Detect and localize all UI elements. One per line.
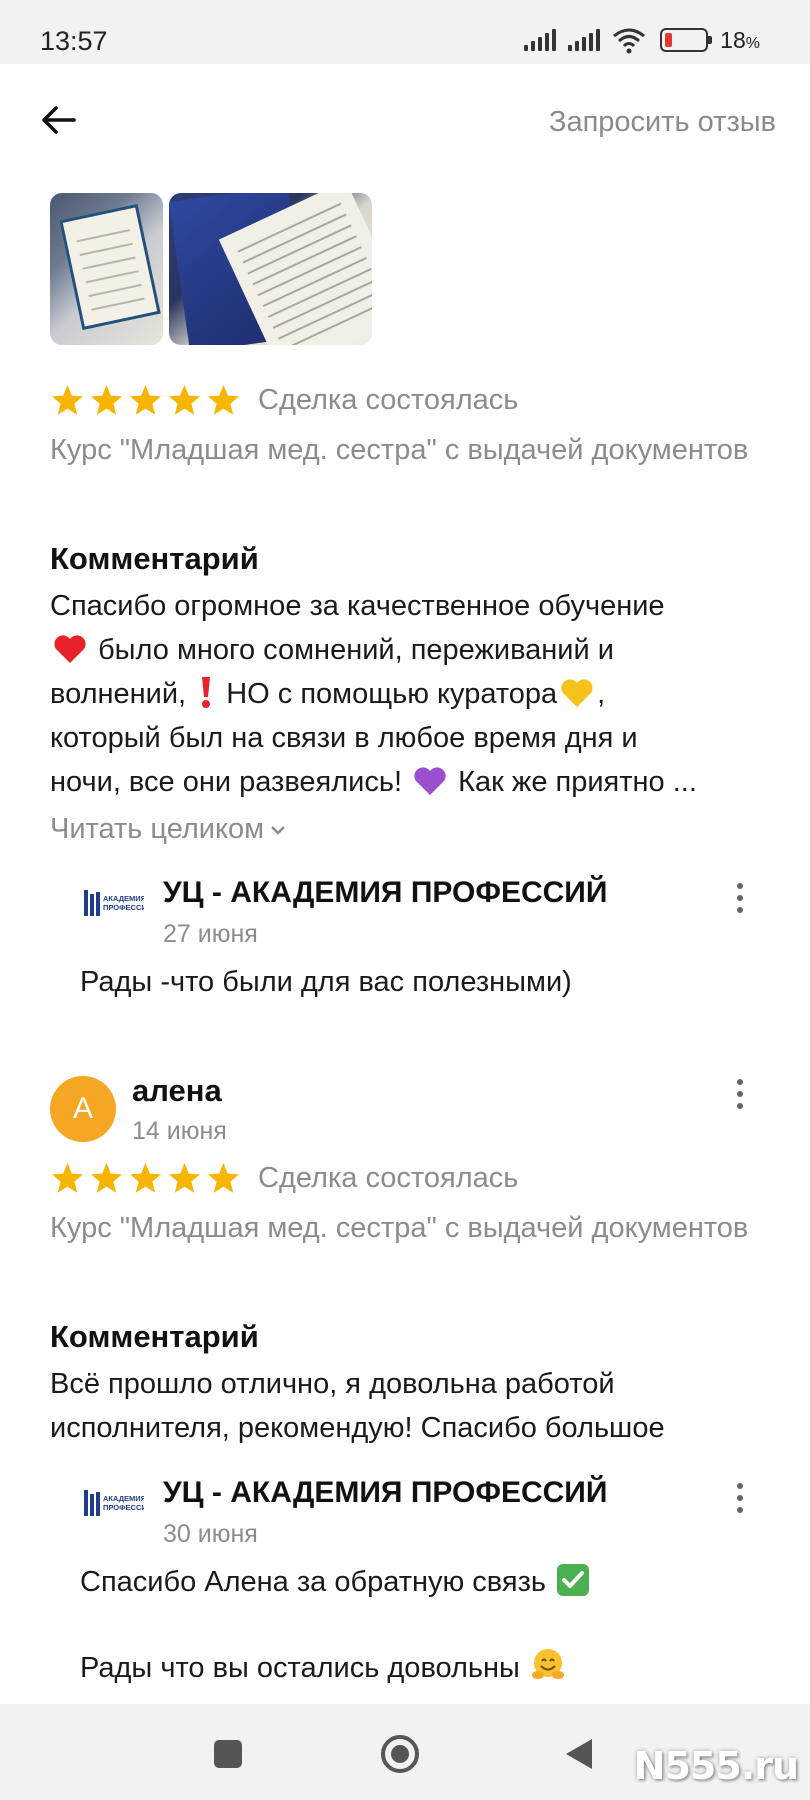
star-icon <box>130 1163 161 1193</box>
reply-text: Рады -что были для вас полезными) <box>80 966 572 998</box>
comment-text: Всё прошло отлично, я довольна работой и… <box>50 1362 760 1450</box>
star-icon <box>169 385 200 415</box>
star-icon <box>208 385 239 415</box>
review-photo-1[interactable] <box>50 193 163 345</box>
kebab-menu-icon <box>737 883 743 889</box>
star-icon <box>52 385 83 415</box>
logo-text-1: АКАДЕМИЯ <box>103 1494 144 1503</box>
logo-text-1: АКАДЕМИЯ <box>103 894 144 903</box>
back-arrow-icon <box>42 106 76 134</box>
back-nav-button[interactable] <box>558 1734 598 1774</box>
read-more-link[interactable]: Читать целиком <box>50 813 286 846</box>
comment-line: ночи, все они развеялись! Как же приятно… <box>50 766 697 798</box>
battery-unit: % <box>745 34 760 52</box>
square-nav-icon <box>214 1740 242 1768</box>
status-bar: 13:57 18% <box>0 0 810 64</box>
comment-line: Спасибо огромное за качественное обучени… <box>50 590 665 622</box>
purple-heart-emoji <box>414 767 446 795</box>
comment-line: который был на связи в любое время дня и <box>50 722 638 754</box>
review-photos <box>50 193 372 345</box>
comment-line: было много сомнений, переживаний и <box>50 628 760 672</box>
logo-text-2: ПРОФЕССИЙ <box>103 1503 144 1512</box>
author-name[interactable]: алена <box>132 1073 222 1109</box>
reply-text: Спасибо Алена за обратную связь <box>80 1560 592 1604</box>
star-icon <box>208 1163 239 1193</box>
reply-text-line: Рады что вы остались довольны <box>80 1652 520 1684</box>
hugging-face-emoji <box>531 1649 564 1679</box>
rating-stars <box>50 383 241 418</box>
back-button[interactable] <box>36 98 80 142</box>
triangle-nav-icon <box>566 1739 592 1769</box>
exclamation-emoji <box>202 677 211 708</box>
reply-text: Рады что вы остались довольны <box>80 1646 568 1690</box>
star-icon <box>130 385 161 415</box>
reply-author-name: УЦ - АКАДЕМИЯ ПРОФЕССИЙ <box>163 1476 608 1509</box>
circle-nav-icon <box>381 1735 419 1773</box>
watermark: N555.ru <box>633 1744 799 1788</box>
reply-date: 27 июня <box>163 920 258 948</box>
course-title: Курс "Младшая мед. сестра" с выдачей док… <box>50 1212 749 1244</box>
star-icon <box>91 1163 122 1193</box>
deal-status: Сделка состоялась <box>258 384 519 416</box>
reply-menu-button[interactable] <box>728 1478 752 1518</box>
star-icon <box>91 385 122 415</box>
academy-logo: АКАДЕМИЯ ПРОФЕССИЙ <box>84 890 144 916</box>
status-icons: 18% <box>524 24 760 56</box>
reply-menu-button[interactable] <box>728 878 752 918</box>
yellow-heart-emoji <box>561 679 593 707</box>
request-review-link[interactable]: Запросить отзыв <box>549 106 776 139</box>
comment-line: волнений, НО с помощью куратора, <box>50 672 760 716</box>
star-icon <box>52 1163 83 1193</box>
check-mark-emoji <box>557 1564 590 1596</box>
comment-heading: Комментарий <box>50 541 259 576</box>
reply-author-name: УЦ - АКАДЕМИЯ ПРОФЕССИЙ <box>163 876 608 909</box>
heart-emoji <box>54 635 86 663</box>
comment-text: Спасибо огромное за качественное обучени… <box>50 584 760 804</box>
academy-logo: АКАДЕМИЯ ПРОФЕССИЙ <box>84 1490 144 1516</box>
rating-stars <box>50 1161 241 1196</box>
signal-icon <box>568 29 601 51</box>
reply-date: 30 июня <box>163 1520 258 1548</box>
kebab-menu-icon <box>737 1079 743 1085</box>
battery-level <box>665 33 672 47</box>
battery-icon <box>660 28 713 52</box>
comment-heading: Комментарий <box>50 1319 259 1354</box>
kebab-menu-icon <box>737 1483 743 1489</box>
reply-text-line: Спасибо Алена за обратную связь <box>80 1566 546 1598</box>
deal-status: Сделка состоялась <box>258 1162 519 1194</box>
logo-text-2: ПРОФЕССИЙ <box>103 903 144 912</box>
battery-text: 18% <box>720 27 760 54</box>
comment-line: исполнителя, рекомендую! Спасибо большое <box>50 1412 665 1444</box>
chevron-down-icon <box>271 825 285 835</box>
status-time: 13:57 <box>40 26 108 56</box>
battery-percent: 18 <box>720 26 746 53</box>
read-more-label: Читать целиком <box>50 813 265 845</box>
wifi-icon <box>613 28 646 54</box>
home-button[interactable] <box>380 1734 420 1774</box>
review-menu-button[interactable] <box>728 1074 752 1114</box>
recent-apps-button[interactable] <box>208 1734 248 1774</box>
signal-icon <box>524 29 557 51</box>
comment-line: Всё прошло отлично, я довольна работой <box>50 1368 615 1400</box>
course-title: Курс "Младшая мед. сестра" с выдачей док… <box>50 434 749 466</box>
certificate-image <box>59 203 161 331</box>
avatar[interactable]: А <box>50 1076 116 1142</box>
star-icon <box>169 1163 200 1193</box>
review-date: 14 июня <box>132 1117 227 1145</box>
review-photo-2[interactable] <box>169 193 372 345</box>
